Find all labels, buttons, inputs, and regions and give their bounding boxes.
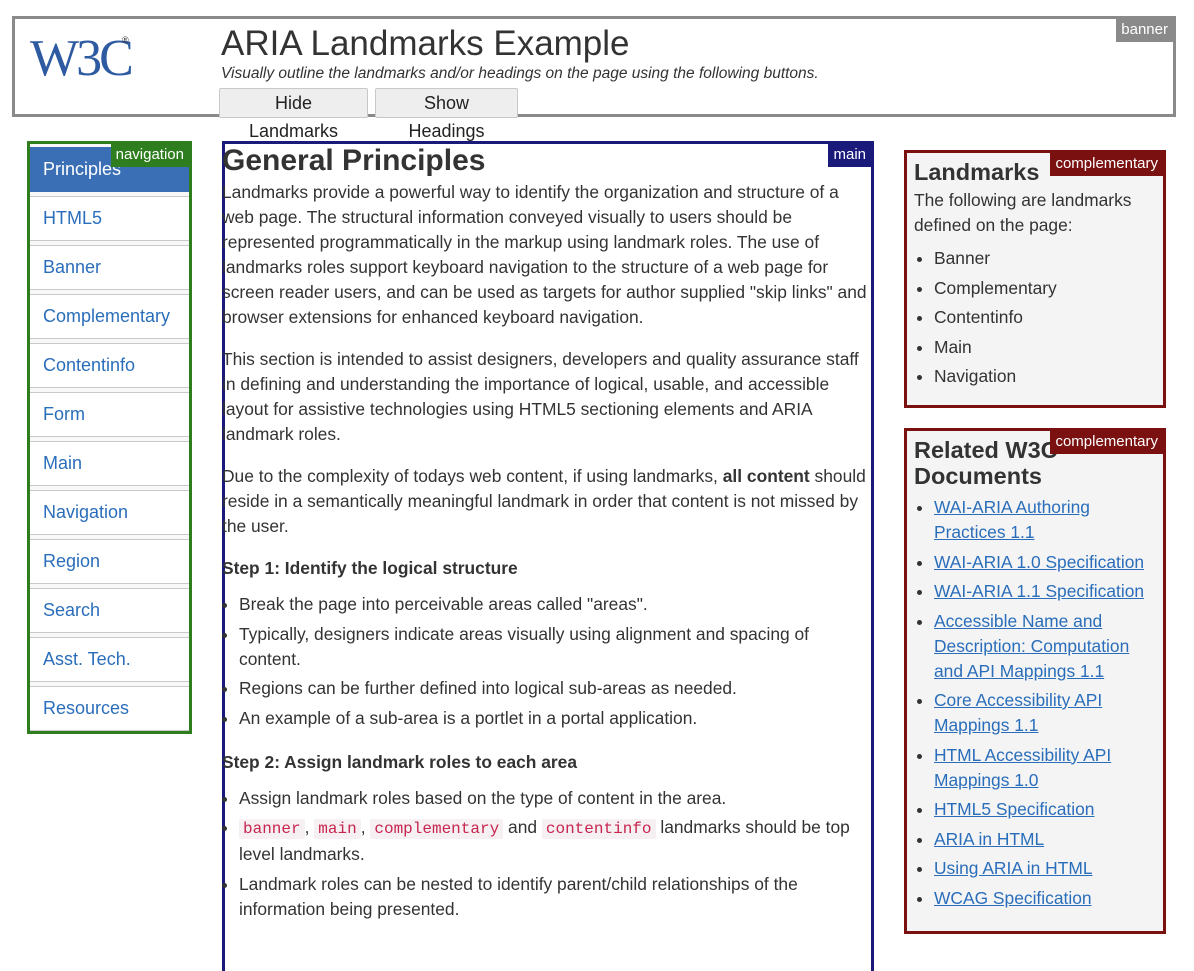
nav-item-region[interactable]: Region	[30, 539, 189, 584]
related-docs-list: WAI-ARIA Authoring Practices 1.1 WAI-ARI…	[907, 495, 1163, 911]
list-item: Complementary	[934, 276, 1163, 301]
complementary-landmarks: complementary Landmarks The following ar…	[904, 150, 1166, 408]
list-item: Regions can be further defined into logi…	[239, 676, 870, 701]
list-item: Break the page into perceivable areas ca…	[239, 592, 870, 617]
link-accname[interactable]: Accessible Name and Description: Computa…	[934, 611, 1129, 681]
page-title: ARIA Landmarks Example	[221, 24, 630, 63]
link-using-aria-in-html[interactable]: Using ARIA in HTML	[934, 858, 1093, 878]
main-content: General Principles Landmarks provide a p…	[222, 144, 870, 941]
nav-item-navigation[interactable]: Navigation	[30, 490, 189, 535]
main-heading: General Principles	[222, 144, 486, 177]
step2-heading: Step 2: Assign landmark roles to each ar…	[222, 751, 578, 772]
list-item: Banner	[934, 246, 1163, 271]
w3c-logo[interactable]: W3C ®	[30, 27, 134, 85]
banner-landmark: banner W3C ® ARIA Landmarks Example Visu…	[12, 16, 1176, 141]
show-headings-button[interactable]: Show Headings	[375, 88, 518, 141]
list-item: An example of a sub-area is a portlet in…	[239, 706, 870, 731]
link-core-aam[interactable]: Core Accessibility API Mappings 1.1	[934, 690, 1102, 735]
link-aria-11-spec[interactable]: WAI-ARIA 1.1 Specification	[934, 581, 1144, 601]
link-aria-in-html[interactable]: ARIA in HTML	[934, 829, 1044, 849]
hide-landmarks-button[interactable]: Hide Landmarks	[219, 88, 368, 141]
complementary-landmark-label: complementary	[1050, 431, 1163, 454]
complexity-paragraph: Due to the complexity of todays web cont…	[222, 466, 866, 536]
all-content-emphasis: all content	[722, 466, 810, 486]
code-banner: banner	[239, 819, 305, 839]
nav-item-resources[interactable]: Resources	[30, 686, 189, 731]
section-purpose-paragraph: This section is intended to assist desig…	[222, 349, 859, 444]
nav-item-main[interactable]: Main	[30, 441, 189, 486]
link-wcag-spec[interactable]: WCAG Specification	[934, 888, 1092, 908]
svg-text:W3C: W3C	[30, 30, 131, 85]
link-html-aam[interactable]: HTML Accessibility API Mappings 1.0	[934, 745, 1111, 790]
code-contentinfo: contentinfo	[541, 819, 656, 839]
navigation-landmark: Principles HTML5 Banner Complementary Co…	[27, 141, 192, 734]
code-main: main	[314, 819, 361, 839]
navigation-landmark-label: navigation	[110, 144, 189, 167]
nav-item-contentinfo[interactable]: Contentinfo	[30, 343, 189, 388]
step2-list: Assign landmark roles based on the type …	[222, 786, 870, 922]
step1-heading: Step 1: Identify the logical structure	[222, 558, 518, 578]
code-complementary: complementary	[370, 819, 504, 839]
link-html5-spec[interactable]: HTML5 Specification	[934, 799, 1094, 819]
nav-item-html5[interactable]: HTML5	[30, 196, 189, 241]
link-aria-10-spec[interactable]: WAI-ARIA 1.0 Specification	[934, 552, 1144, 572]
landmarks-intro: The following are landmarks defined on t…	[914, 190, 1132, 235]
nav-item-form[interactable]: Form	[30, 392, 189, 437]
nav-item-search[interactable]: Search	[30, 588, 189, 633]
link-aria-authoring-practices[interactable]: WAI-ARIA Authoring Practices 1.1	[934, 497, 1090, 542]
complementary-related-documents: complementary Related W3C Documents WAI-…	[904, 428, 1166, 934]
nav-item-asst-tech[interactable]: Asst. Tech.	[30, 637, 189, 682]
intro-paragraph: Landmarks provide a powerful way to iden…	[222, 182, 867, 327]
nav-item-banner[interactable]: Banner	[30, 245, 189, 290]
page-subtitle: Visually outline the landmarks and/or he…	[221, 65, 819, 82]
nav-item-complementary[interactable]: Complementary	[30, 294, 189, 339]
svg-text:®: ®	[122, 35, 129, 45]
list-item: Main	[934, 335, 1163, 360]
complementary-landmark-label: complementary	[1050, 153, 1163, 176]
landmarks-list: Banner Complementary Contentinfo Main Na…	[907, 246, 1163, 389]
list-item: Navigation	[934, 364, 1163, 389]
list-item: Contentinfo	[934, 305, 1163, 330]
list-item: banner, main, complementary and contenti…	[239, 815, 870, 867]
list-item: Landmark roles can be nested to identify…	[239, 872, 870, 922]
list-item: Assign landmark roles based on the type …	[239, 786, 870, 811]
nav-list: Principles HTML5 Banner Complementary Co…	[30, 147, 189, 735]
step1-list: Break the page into perceivable areas ca…	[222, 592, 870, 731]
list-item: Typically, designers indicate areas visu…	[239, 622, 870, 672]
main-landmark: main General Principles Landmarks provid…	[222, 141, 874, 971]
banner-landmark-label: banner	[1116, 19, 1173, 42]
